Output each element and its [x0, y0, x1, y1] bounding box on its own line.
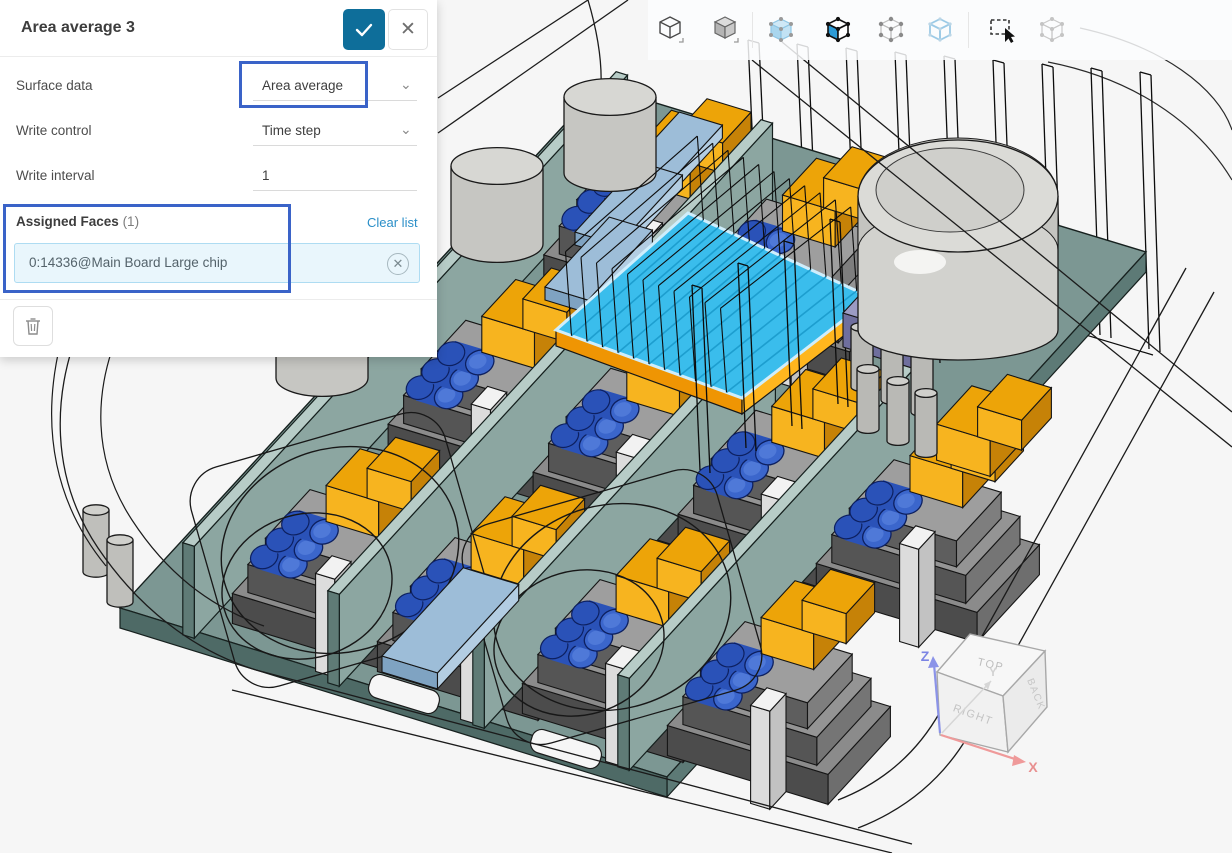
field-underline — [253, 145, 417, 146]
write-control-select[interactable]: Time step — [262, 123, 321, 138]
chevron-down-icon[interactable]: ⌄ — [400, 121, 412, 138]
assigned-faces-count: (1) — [123, 214, 140, 229]
axis-z-arrow — [928, 656, 939, 668]
wireframe-view-icon[interactable] — [654, 12, 690, 48]
face-select-icon[interactable] — [820, 12, 856, 48]
assigned-face-item[interactable]: 0:14336@Main Board Large chip ✕ — [14, 243, 420, 283]
assigned-face-name: 0:14336@Main Board Large chip — [29, 255, 227, 270]
toolbar-divider — [968, 12, 969, 48]
app-window: TOP RIGHT BACK Z Y X — [0, 0, 1232, 853]
edge-select-icon[interactable] — [922, 12, 958, 48]
surface-data-label: Surface data — [16, 78, 93, 93]
axis-y-label: Y — [989, 665, 997, 679]
axis-x-label: X — [1028, 759, 1038, 775]
surface-data-select[interactable]: Area average — [262, 78, 343, 93]
panel-divider — [0, 299, 437, 300]
panel-header: Area average 3 ✕ — [0, 0, 437, 57]
write-interval-row: Write interval 1 — [0, 164, 437, 192]
close-icon: ✕ — [400, 19, 416, 40]
area-average-panel: Area average 3 ✕ Surface data Area avera… — [0, 0, 437, 357]
toolbar-divider — [752, 12, 753, 48]
write-control-row: Write control Time step ⌄ — [0, 119, 437, 147]
remove-face-button[interactable]: ✕ — [387, 253, 409, 275]
write-interval-input[interactable]: 1 — [262, 168, 270, 183]
navcube[interactable]: TOP RIGHT BACK Z Y X — [921, 634, 1047, 775]
delete-button[interactable] — [13, 306, 53, 346]
solid-view-icon[interactable] — [709, 12, 745, 48]
field-underline — [253, 190, 417, 191]
assigned-faces-label: Assigned Faces (1) — [16, 214, 139, 229]
field-underline — [253, 100, 417, 101]
box-select-icon[interactable] — [985, 12, 1021, 48]
write-interval-label: Write interval — [16, 168, 95, 183]
check-icon — [355, 23, 373, 37]
volume-select-icon[interactable] — [763, 12, 799, 48]
panel-title: Area average 3 — [21, 19, 135, 37]
axis-x-arrow — [1012, 755, 1026, 766]
close-button[interactable]: ✕ — [388, 9, 428, 50]
vertex-select-icon[interactable] — [873, 12, 909, 48]
trash-icon — [25, 317, 41, 335]
clear-list-link[interactable]: Clear list — [367, 215, 418, 230]
axis-z-label: Z — [921, 648, 930, 664]
assembly-select-icon[interactable] — [1034, 12, 1070, 48]
confirm-button[interactable] — [343, 9, 385, 50]
write-control-label: Write control — [16, 123, 92, 138]
surface-data-row: Surface data Area average ⌄ — [0, 74, 437, 102]
chevron-down-icon[interactable]: ⌄ — [400, 76, 412, 93]
remove-icon: ✕ — [393, 256, 404, 271]
